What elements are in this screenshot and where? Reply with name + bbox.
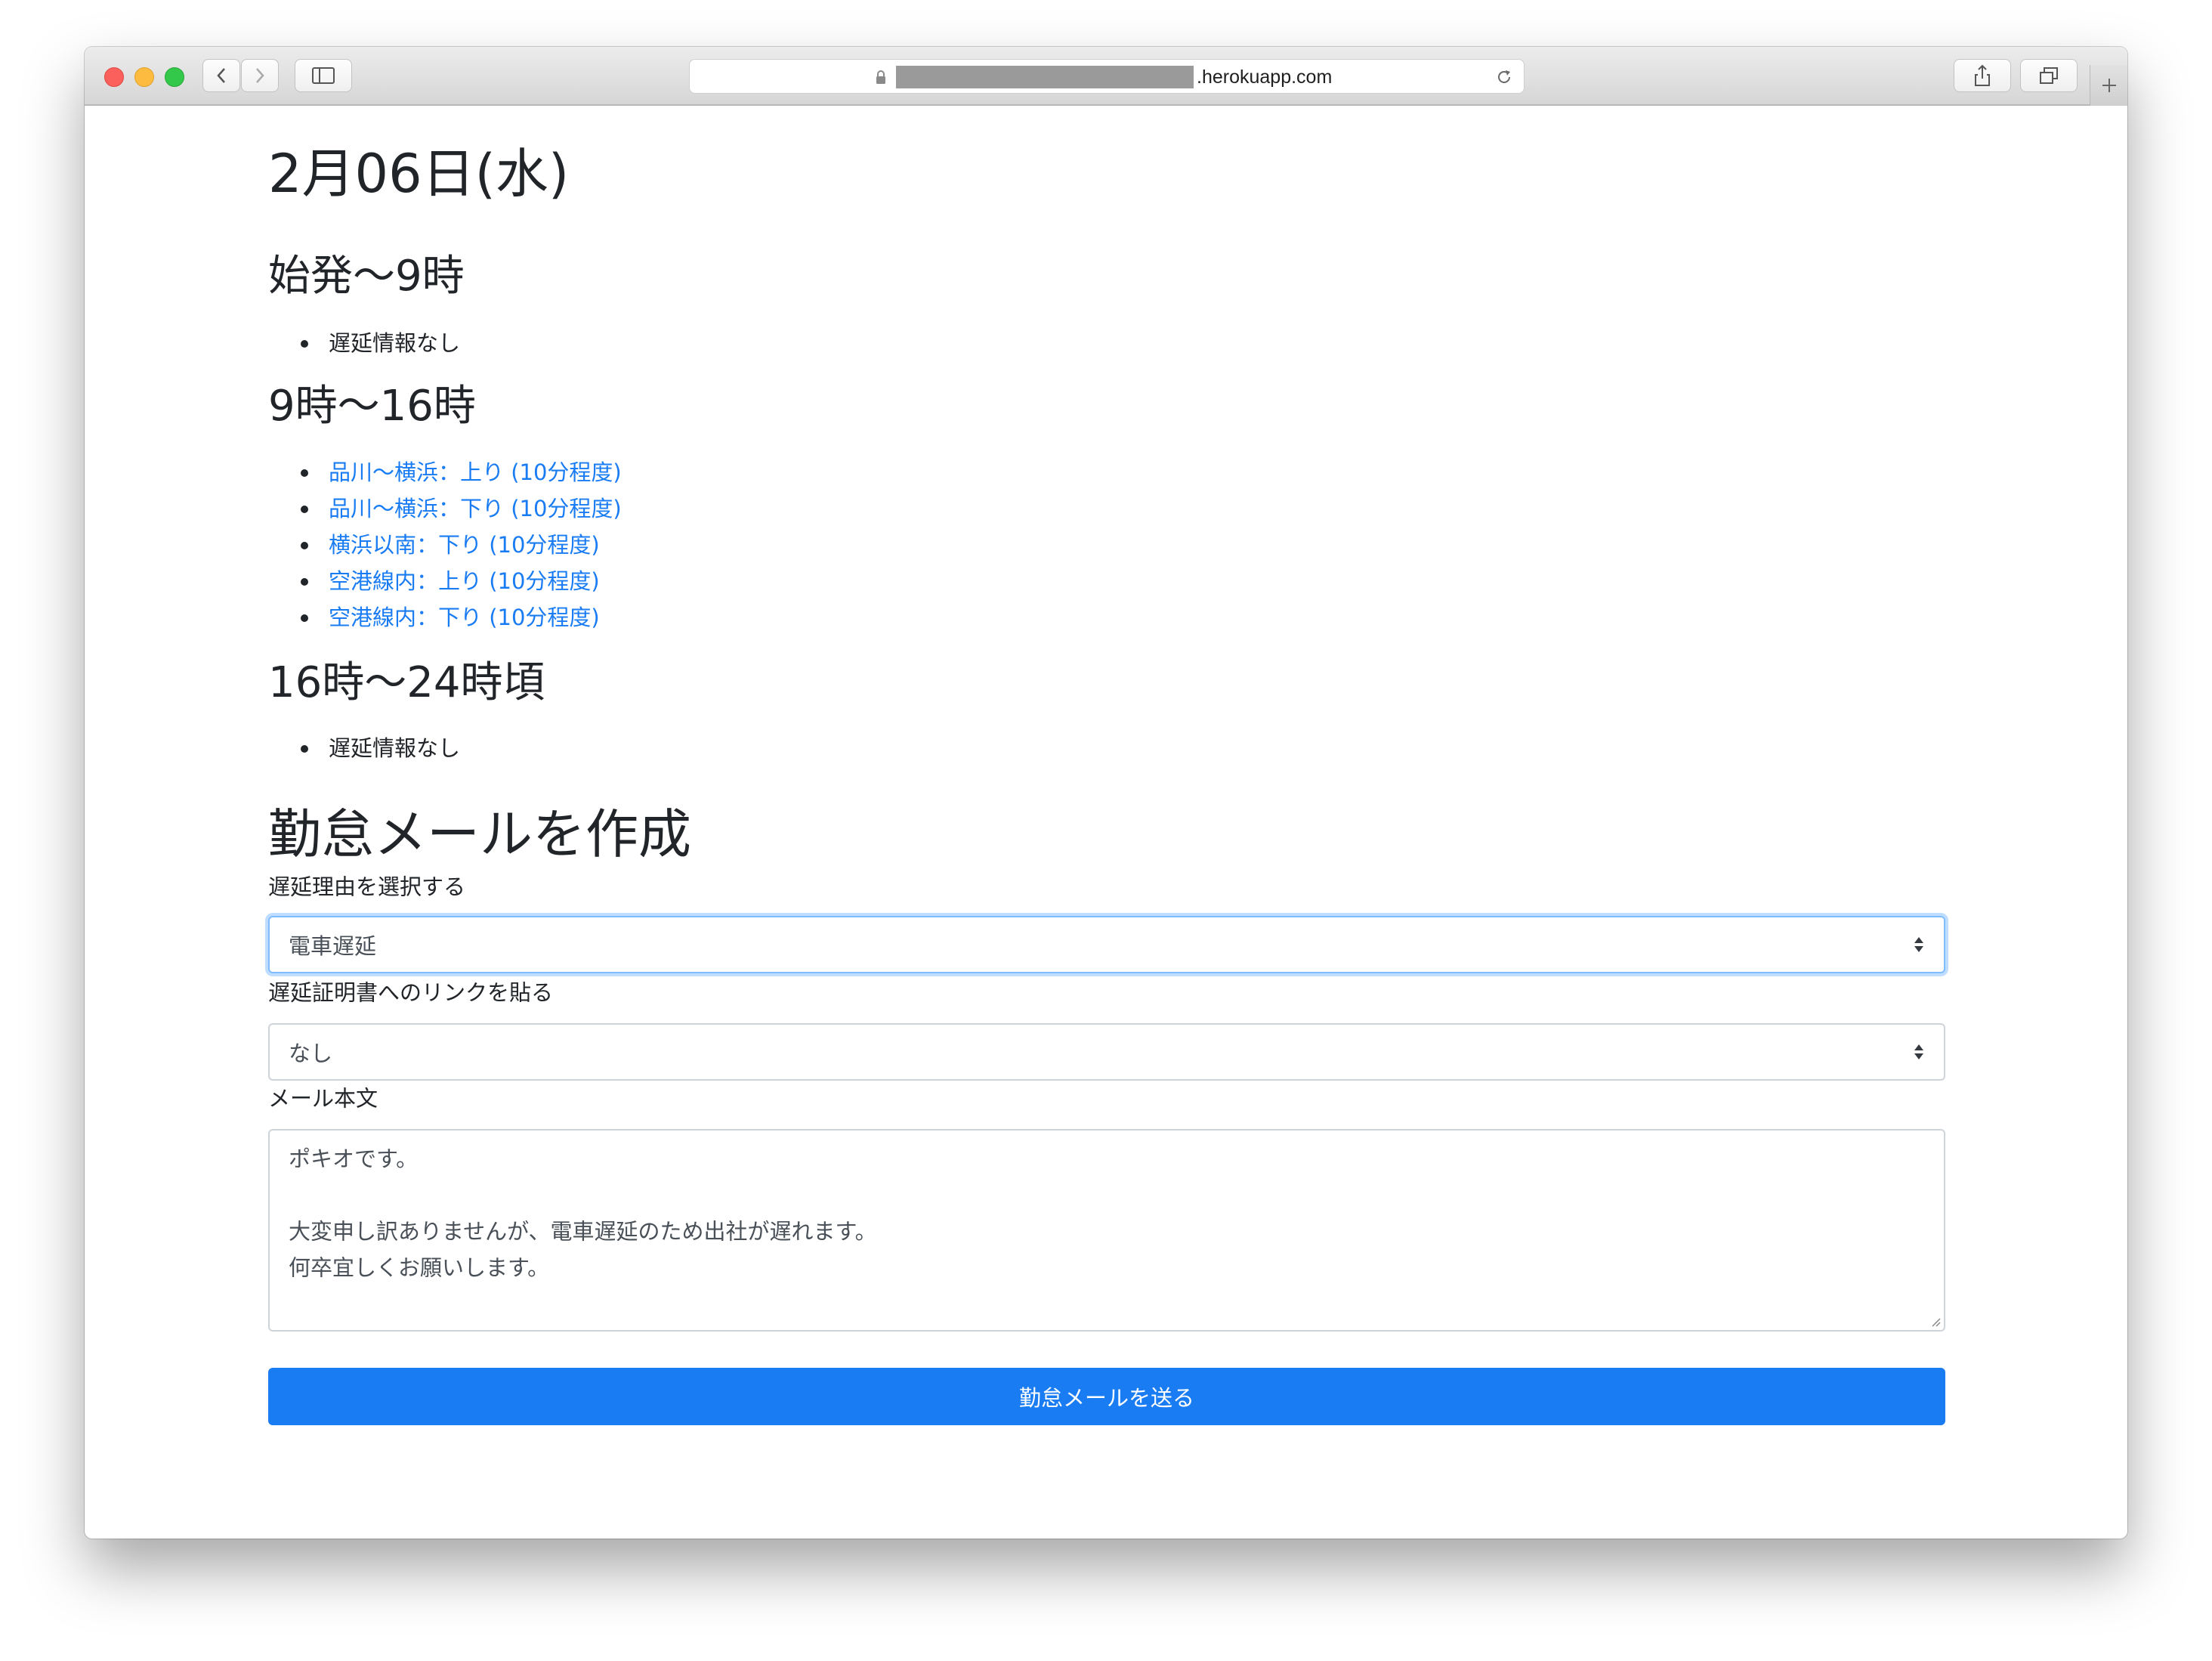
address-bar[interactable]: .herokuapp.com <box>689 59 1525 94</box>
forward-button[interactable] <box>241 59 279 92</box>
delay-reason-label: 遅延理由を選択する <box>268 874 466 900</box>
chevron-left-icon <box>217 68 225 83</box>
select-arrows-icon <box>1914 937 1923 952</box>
list-item: 空港線内：下り (10分程度) <box>268 599 622 636</box>
certificate-link-label: 遅延証明書へのリンクを貼る <box>268 979 554 1006</box>
section-title-early: 始発〜9時 <box>268 252 465 301</box>
delay-link-south-yokohama-down[interactable]: 横浜以南：下り (10分程度) <box>329 532 600 558</box>
early-delay-list: 遅延情報なし <box>268 325 460 361</box>
delay-reason-value: 電車遅延 <box>289 933 377 959</box>
evening-delay-list: 遅延情報なし <box>268 730 460 766</box>
url-display: .herokuapp.com <box>875 66 1332 88</box>
reload-icon[interactable] <box>1495 68 1513 86</box>
tabs-icon <box>2040 67 2058 84</box>
plus-icon <box>2102 79 2116 92</box>
list-item: 空港線内：上り (10分程度) <box>268 563 622 599</box>
tab-overview-button[interactable] <box>2020 59 2078 92</box>
certificate-link-select[interactable]: なし <box>268 1023 1945 1081</box>
delay-link-airport-line-down[interactable]: 空港線内：下り (10分程度) <box>329 605 600 630</box>
date-heading: 2月06日(水) <box>268 143 570 205</box>
chevron-right-icon <box>256 68 264 83</box>
section-title-midday: 9時〜16時 <box>268 382 476 431</box>
mail-body-line: 大変申し訳ありませんが、電車遅延のため出社が遅れます。 <box>289 1218 877 1245</box>
delay-link-airport-line-up[interactable]: 空港線内：上り (10分程度) <box>329 568 600 594</box>
select-arrows-icon <box>1914 1044 1923 1059</box>
certificate-link-value: なし <box>289 1041 333 1066</box>
list-item: 遅延情報なし <box>268 730 460 766</box>
list-item: 遅延情報なし <box>268 325 460 361</box>
list-item: 品川〜横浜：下り (10分程度) <box>268 490 622 527</box>
list-item: 品川〜横浜：上り (10分程度) <box>268 454 622 490</box>
maximize-window-button[interactable] <box>165 67 184 87</box>
mail-body-textarea[interactable]: ポキオです。 大変申し訳ありませんが、電車遅延のため出社が遅れます。 何卒宜しく… <box>268 1129 1945 1332</box>
mail-body-line: ポキオです。 <box>289 1146 419 1172</box>
delay-link-shinagawa-yokohama-up[interactable]: 品川〜横浜：上り (10分程度) <box>329 459 622 485</box>
minimize-window-button[interactable] <box>134 67 154 87</box>
share-icon <box>1975 64 1990 86</box>
delay-reason-select[interactable]: 電車遅延 <box>268 916 1945 973</box>
new-tab-button[interactable] <box>2090 65 2127 106</box>
redacted-url <box>896 66 1194 88</box>
url-domain: .herokuapp.com <box>1197 66 1333 88</box>
form-heading: 勤怠メールを作成 <box>268 803 691 865</box>
share-button[interactable] <box>1954 59 2011 92</box>
mail-body-line: 何卒宜しくお願いします。 <box>289 1254 550 1281</box>
mail-body-label: メール本文 <box>268 1085 378 1112</box>
sidebar-icon <box>312 67 335 84</box>
delay-link-shinagawa-yokohama-down[interactable]: 品川〜横浜：下り (10分程度) <box>329 496 622 521</box>
back-button[interactable] <box>202 59 240 92</box>
browser-window: .herokuapp.com 2月06日(水) 始発〜9時 遅延情報なし 9時〜… <box>85 47 2127 1539</box>
close-window-button[interactable] <box>104 67 124 87</box>
resize-grip-icon[interactable] <box>1930 1316 1941 1327</box>
sidebar-toggle-button[interactable] <box>295 59 352 92</box>
lock-icon <box>876 70 885 84</box>
section-title-evening: 16時〜24時頃 <box>268 658 545 707</box>
browser-toolbar: .herokuapp.com <box>85 47 2127 106</box>
send-mail-button[interactable]: 勤怠メールを送る <box>268 1368 1945 1425</box>
list-item: 横浜以南：下り (10分程度) <box>268 527 622 563</box>
midday-delay-list: 品川〜横浜：上り (10分程度) 品川〜横浜：下り (10分程度) 横浜以南：下… <box>268 454 622 636</box>
